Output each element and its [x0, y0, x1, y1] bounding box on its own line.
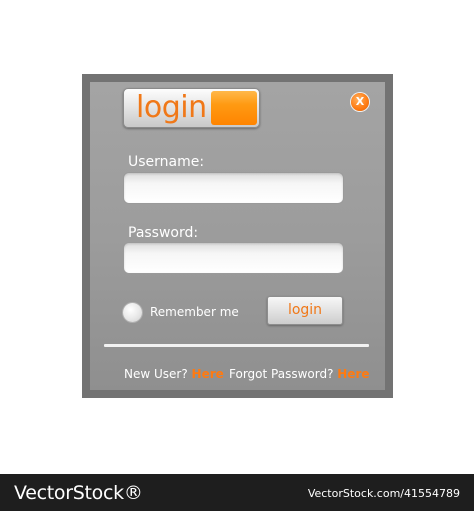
- password-label: Password:: [128, 225, 199, 241]
- new-user-text: New User?: [124, 367, 188, 381]
- divider: [104, 344, 369, 347]
- title-badge: login: [123, 88, 260, 128]
- forgot-password-text: Forgot Password?: [229, 367, 334, 381]
- watermark-brand: VectorStock®: [14, 482, 143, 504]
- password-field[interactable]: [123, 242, 344, 274]
- remember-me-label: Remember me: [150, 305, 239, 319]
- username-label: Username:: [128, 154, 205, 170]
- watermark-url: VectorStock.com/41554789: [307, 487, 460, 500]
- remember-me-radio[interactable]: [123, 303, 142, 322]
- forgot-password-prompt: Forgot Password? Here: [229, 367, 370, 381]
- close-button[interactable]: X: [351, 93, 369, 111]
- new-user-link[interactable]: Here: [192, 367, 224, 381]
- username-field[interactable]: [123, 172, 344, 204]
- login-button[interactable]: login: [267, 296, 343, 325]
- forgot-password-link[interactable]: Here: [337, 367, 369, 381]
- dialog-title: login: [136, 90, 207, 125]
- new-user-prompt: New User? Here: [124, 367, 224, 381]
- title-accent-block: [211, 91, 257, 125]
